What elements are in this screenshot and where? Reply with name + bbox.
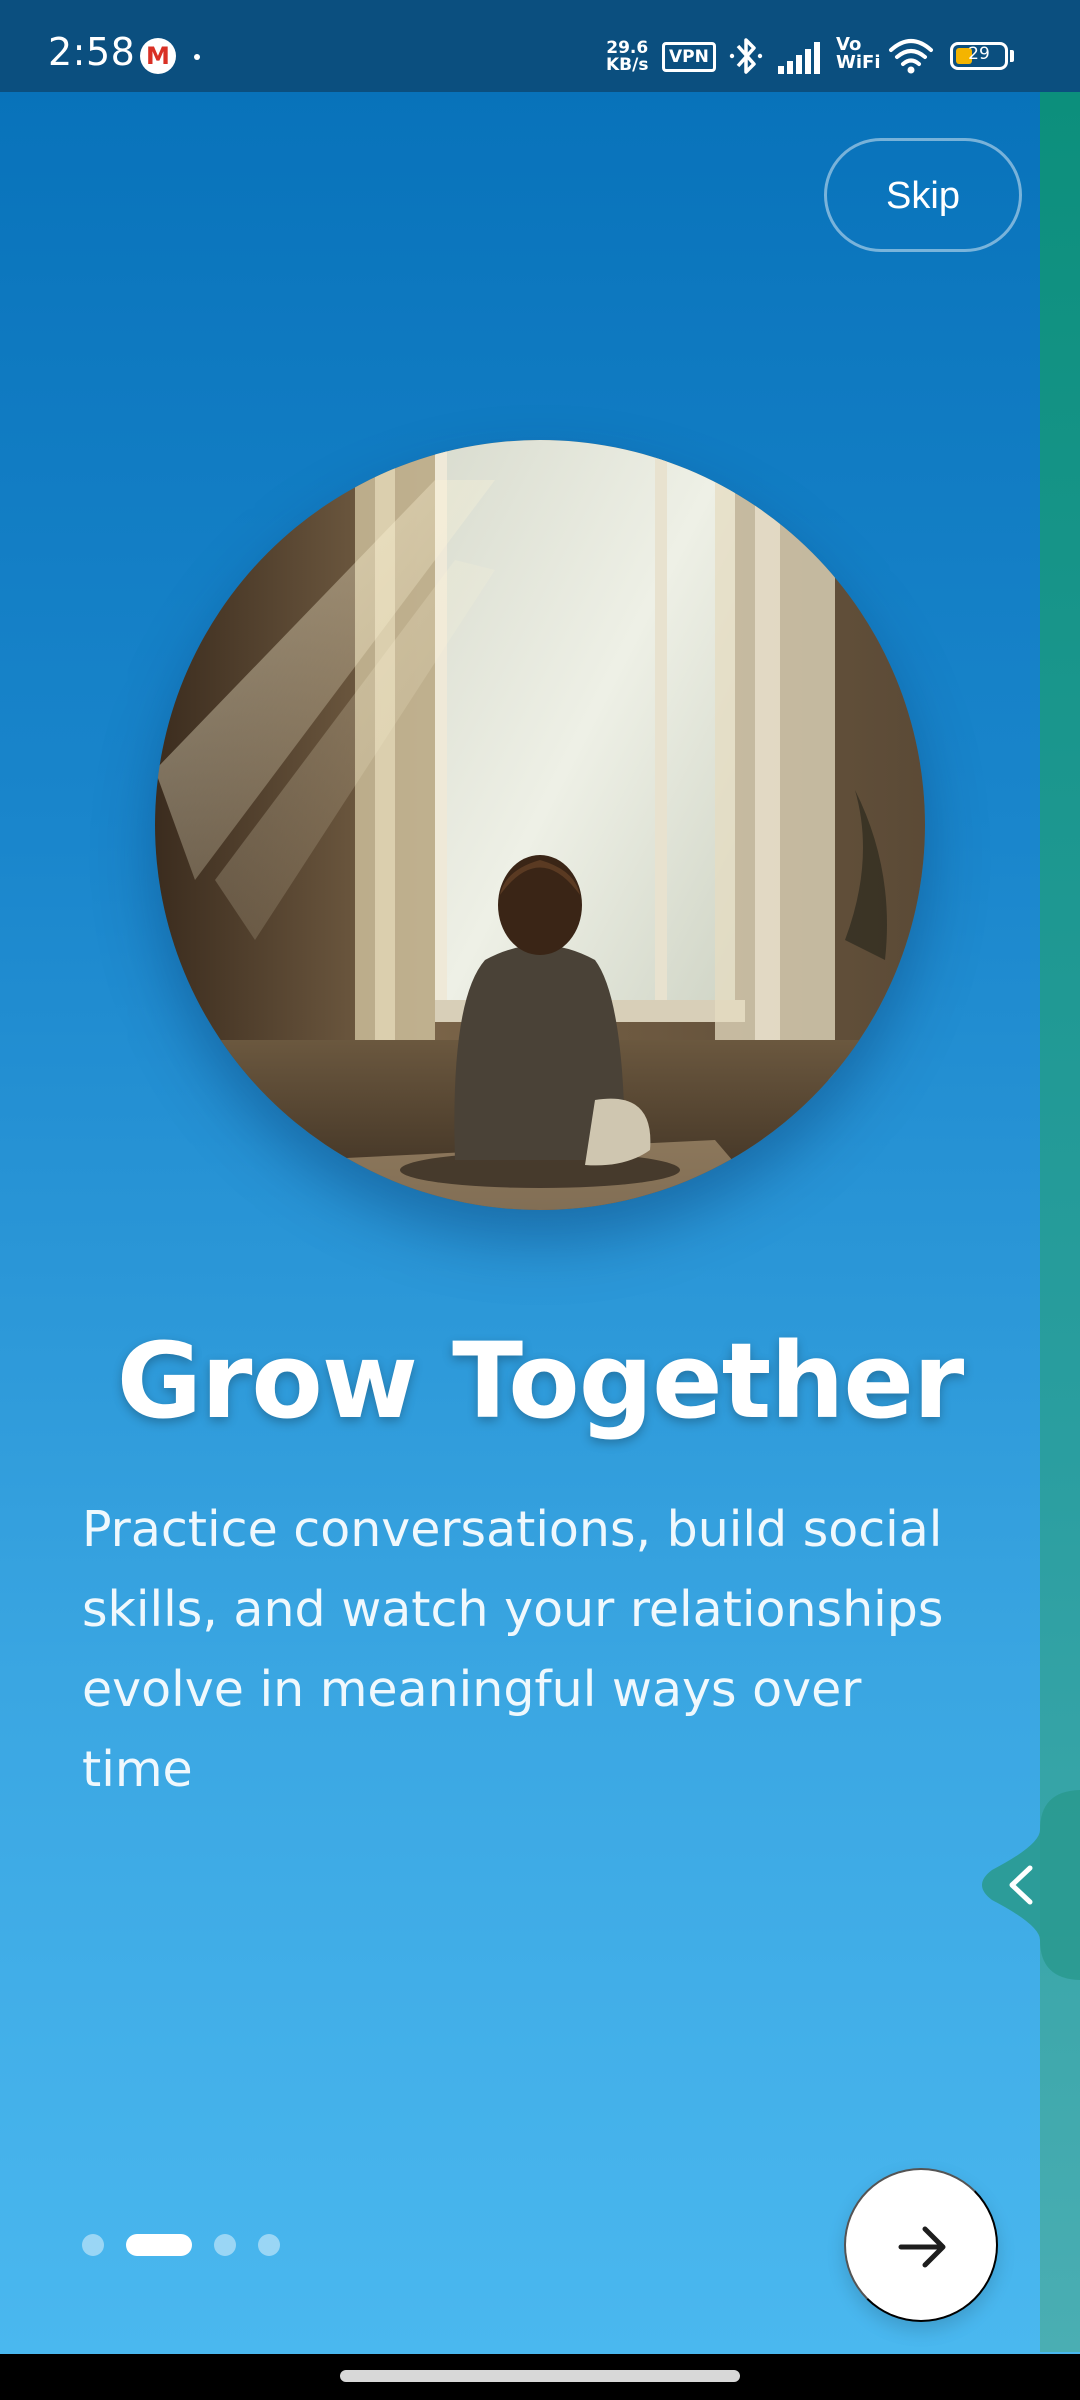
battery-cap bbox=[1010, 50, 1014, 62]
status-bar: 2:58 M 29.6 KB/s VPN Vo WiFi 29 bbox=[0, 0, 1080, 92]
home-indicator[interactable] bbox=[340, 2370, 740, 2382]
edge-panel-handle[interactable] bbox=[972, 1790, 1080, 1980]
notification-dot-icon bbox=[194, 54, 200, 60]
vowifi-indicator: Vo WiFi bbox=[836, 36, 881, 72]
vowifi-line-2: WiFi bbox=[836, 52, 881, 73]
next-button[interactable] bbox=[844, 2168, 998, 2322]
navigation-bar bbox=[0, 2354, 1080, 2400]
status-time: 2:58 bbox=[48, 30, 136, 74]
description-line-4: time bbox=[82, 1741, 193, 1798]
gmail-icon: M bbox=[140, 38, 176, 74]
bluetooth-icon bbox=[729, 38, 763, 74]
page-dot-4[interactable] bbox=[258, 2234, 280, 2256]
signal-icon bbox=[778, 42, 820, 74]
network-speed: 29.6 KB/s bbox=[606, 40, 648, 74]
onboarding-screen: 2:58 M 29.6 KB/s VPN Vo WiFi 29 Skip Gro… bbox=[0, 0, 1080, 2400]
skip-button[interactable]: Skip bbox=[824, 138, 1022, 252]
description-line-3: evolve in meaningful ways over bbox=[82, 1661, 862, 1718]
hero-illustration bbox=[155, 440, 925, 1210]
onboarding-title: Grow Together bbox=[116, 1320, 965, 1442]
description-line-2: skills, and watch your relationships bbox=[82, 1581, 944, 1638]
wifi-icon bbox=[889, 39, 933, 74]
vpn-badge: VPN bbox=[662, 42, 716, 72]
battery-icon: 29 bbox=[950, 42, 1008, 70]
page-dot-2-active[interactable] bbox=[126, 2234, 192, 2256]
page-dot-3[interactable] bbox=[214, 2234, 236, 2256]
onboarding-description: Practice conversations, build social ski… bbox=[82, 1490, 982, 1810]
page-dot-1[interactable] bbox=[82, 2234, 104, 2256]
network-speed-unit: KB/s bbox=[606, 55, 649, 75]
battery-level: 29 bbox=[968, 44, 990, 64]
arrow-right-icon bbox=[898, 2226, 946, 2268]
edge-panel bbox=[1040, 92, 1080, 2352]
description-line-1: Practice conversations, build social bbox=[82, 1501, 943, 1558]
